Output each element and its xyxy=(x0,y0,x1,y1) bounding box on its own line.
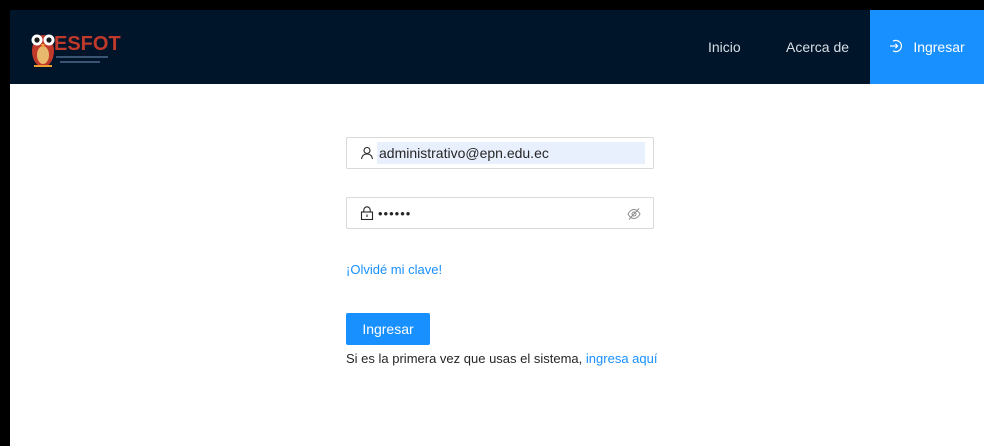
esfot-logo[interactable]: ESFOT xyxy=(26,20,126,74)
app-window: ESFOT Inicio Acerca de Ingresar administ… xyxy=(10,10,984,446)
login-submit-button[interactable]: Ingresar xyxy=(346,313,430,345)
nav-inicio[interactable]: Inicio xyxy=(708,10,741,84)
logo-wordmark: ESFOT xyxy=(54,33,121,55)
nav-ingresar[interactable]: Ingresar xyxy=(870,10,984,84)
signup-prompt-text: Si es la primera vez que usas el sistema… xyxy=(346,351,583,366)
login-icon xyxy=(889,39,903,56)
user-icon xyxy=(360,146,374,160)
owl-logo-icon: ESFOT xyxy=(31,33,121,67)
email-value[interactable]: administrativo@epn.edu.ec xyxy=(377,142,645,164)
eye-invisible-icon[interactable] xyxy=(627,207,641,221)
signup-link[interactable]: ingresa aquí xyxy=(586,351,658,366)
lock-icon xyxy=(360,206,374,221)
top-navigation-bar: ESFOT Inicio Acerca de Ingresar xyxy=(10,10,984,84)
forgot-password-link[interactable]: ¡Olvidé mi clave! xyxy=(346,262,442,277)
password-field[interactable]: •••••• xyxy=(346,197,654,229)
signup-prompt: Si es la primera vez que usas el sistema… xyxy=(346,349,666,369)
email-field[interactable]: administrativo@epn.edu.ec xyxy=(346,137,654,169)
nav-acerca-de[interactable]: Acerca de xyxy=(786,10,849,84)
nav-ingresar-label: Ingresar xyxy=(913,39,965,55)
password-value[interactable]: •••••• xyxy=(378,203,411,225)
